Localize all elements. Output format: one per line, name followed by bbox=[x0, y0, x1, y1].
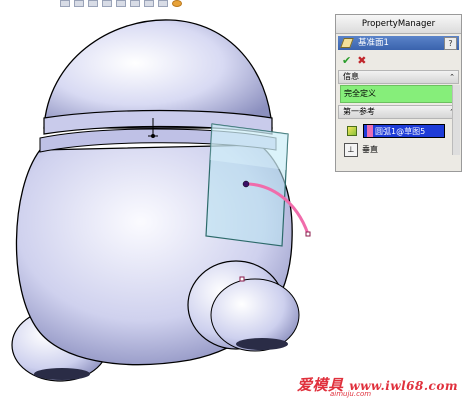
first-reference-label: 第一参考 bbox=[343, 107, 375, 116]
panel-scrollbar[interactable] bbox=[452, 85, 460, 155]
action-buttons: ✔ ✖ bbox=[336, 52, 461, 68]
reference-selection-field[interactable]: 圆弧1@草图5 bbox=[363, 124, 445, 138]
sketch-point[interactable] bbox=[239, 276, 245, 282]
collapse-icon[interactable]: ⌃ bbox=[449, 71, 455, 83]
arc-end-point[interactable] bbox=[305, 231, 311, 237]
edit-appearance-icon[interactable] bbox=[158, 0, 168, 7]
selection-color-swatch bbox=[367, 125, 373, 137]
watermark-brand: 爱模具 www.iwl68.com bbox=[297, 374, 458, 395]
property-manager-tab[interactable]: PropertyManager bbox=[336, 15, 461, 34]
plane-feature-icon bbox=[340, 38, 354, 48]
view-orientation-icon[interactable] bbox=[116, 0, 126, 7]
property-manager-panel: PropertyManager 基准面1 ? ✔ ✖ 信息 ⌃ 完全定义 第一参… bbox=[335, 14, 462, 172]
zoom-icon[interactable] bbox=[60, 0, 70, 7]
feature-title-bar: 基准面1 ? bbox=[338, 36, 459, 50]
feature-title: 基准面1 bbox=[358, 38, 389, 48]
constraint-row: ⊥ 垂直 bbox=[338, 142, 459, 158]
scene-icon[interactable] bbox=[172, 0, 182, 7]
watermark-sub: aimuju.com bbox=[330, 390, 372, 398]
message-group-label: 信息 bbox=[343, 72, 359, 81]
hide-show-icon[interactable] bbox=[144, 0, 154, 7]
arc-start-point[interactable] bbox=[242, 180, 250, 188]
perpendicular-label: 垂直 bbox=[362, 145, 378, 154]
message-group-header[interactable]: 信息 ⌃ bbox=[338, 70, 459, 84]
status-message: 完全定义 bbox=[340, 85, 459, 103]
entity-cube-icon bbox=[347, 126, 357, 136]
cancel-button[interactable]: ✖ bbox=[357, 54, 366, 67]
perpendicular-icon[interactable]: ⊥ bbox=[344, 143, 358, 157]
section-view-icon[interactable] bbox=[102, 0, 112, 7]
reference-value: 圆弧1@草图5 bbox=[375, 127, 426, 136]
view-toolbar bbox=[60, 0, 260, 8]
help-button[interactable]: ? bbox=[444, 37, 457, 50]
first-reference-header[interactable]: 第一参考 ⌃ bbox=[338, 105, 459, 119]
reference-selection-row: 圆弧1@草图5 bbox=[338, 122, 459, 140]
display-style-icon[interactable] bbox=[130, 0, 140, 7]
previous-view-icon[interactable] bbox=[88, 0, 98, 7]
ok-button[interactable]: ✔ bbox=[342, 54, 351, 67]
zoom-area-icon[interactable] bbox=[74, 0, 84, 7]
